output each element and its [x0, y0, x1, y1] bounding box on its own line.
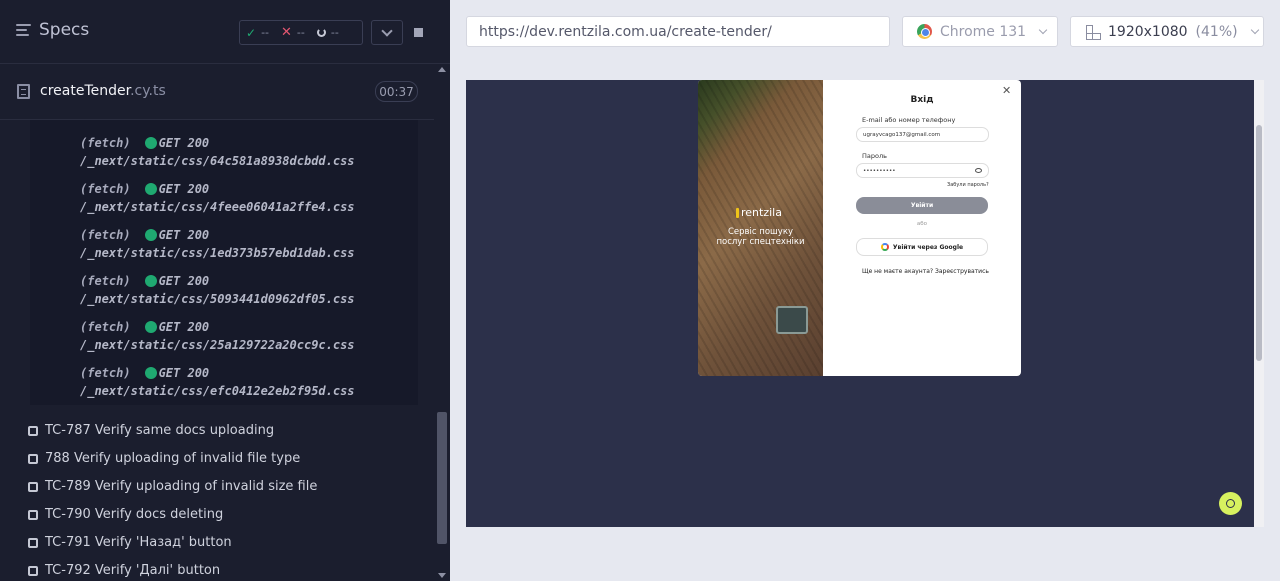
status-dot	[144, 229, 157, 241]
test-item[interactable]: TC-791 Verify 'Назад' button	[28, 535, 408, 550]
app-under-test: rentzila Сервіс пошуку послуг спецтехнік…	[466, 80, 1264, 527]
chevron-down-icon	[381, 24, 393, 37]
rentzila-logo: rentzila	[736, 206, 782, 219]
test-status-icon	[28, 425, 38, 436]
command-row[interactable]: (fetch) GET 200/_next/static/css/1ed373b5…	[80, 226, 355, 262]
stop-icon	[414, 28, 423, 37]
register-link[interactable]: Ще не маєте акаунта? Зареєструватись	[862, 268, 989, 275]
email-field[interactable]: ugrayvcago137@gmail.com	[856, 127, 989, 142]
google-icon	[880, 243, 889, 251]
viewport-selector[interactable]: 1920x1080 (41%)	[1070, 16, 1264, 47]
test-status-icon	[28, 453, 38, 464]
app-scrollbar[interactable]	[1254, 80, 1264, 527]
command-row[interactable]: (fetch) GET 200/_next/static/css/4feee060…	[80, 180, 355, 216]
status-dot	[144, 137, 157, 149]
email-label: E-mail або номер телефону	[862, 116, 956, 124]
test-status-icon	[28, 565, 38, 576]
chat-icon	[1226, 499, 1235, 508]
command-row[interactable]: (fetch) GET 200/_next/static/css/5093441d…	[80, 272, 355, 308]
pending-stat: --	[311, 26, 345, 39]
forgot-password-link[interactable]: Забули пароль?	[947, 182, 989, 188]
passed-stat: ✓ --	[246, 25, 270, 40]
scroll-up-icon[interactable]	[438, 67, 446, 72]
google-login-button[interactable]: Увійти через Google	[856, 238, 988, 256]
status-dot	[144, 275, 157, 287]
specs-toggle[interactable]: Specs	[16, 20, 89, 40]
spinner-icon	[316, 28, 326, 37]
command-row[interactable]: (fetch) GET 200/_next/static/css/64c581a8…	[80, 134, 355, 170]
runner-area: https://dev.rentzila.com.ua/create-tende…	[450, 0, 1280, 581]
reporter-scrollbar[interactable]	[434, 64, 450, 581]
test-status-icon	[28, 537, 38, 548]
stop-button[interactable]	[403, 20, 434, 45]
check-icon: ✓	[246, 25, 257, 40]
chevron-down-icon	[1038, 25, 1048, 35]
app-scroll-thumb[interactable]	[1256, 125, 1262, 361]
password-field[interactable]: ••••••••••	[856, 163, 989, 178]
modal-title: Вхід	[910, 95, 934, 105]
specs-header: Specs ✓ -- ✕ -- --	[0, 0, 450, 64]
x-icon: ✕	[281, 25, 292, 40]
failed-stat: ✕ --	[281, 25, 305, 40]
test-item[interactable]: 788 Verify uploading of invalid file typ…	[28, 451, 408, 466]
ruler-icon	[1085, 24, 1101, 40]
status-dot	[144, 183, 157, 195]
command-row[interactable]: (fetch) GET 200/_next/static/css/25a12972…	[80, 318, 355, 354]
url-bar[interactable]: https://dev.rentzila.com.ua/create-tende…	[466, 16, 890, 47]
scroll-down-icon[interactable]	[438, 573, 446, 578]
test-item[interactable]: TC-790 Verify docs deleting	[28, 507, 408, 522]
tagline: Сервіс пошуку	[727, 227, 794, 237]
password-label: Пароль	[862, 152, 887, 160]
test-status-icon	[28, 481, 38, 492]
command-log: (fetch) GET 200/_next/static/css/64c581a8…	[30, 120, 418, 405]
chat-button[interactable]	[1219, 492, 1242, 515]
chrome-icon	[917, 24, 932, 39]
test-item[interactable]: TC-787 Verify same docs uploading	[28, 423, 408, 438]
status-dot	[144, 321, 157, 333]
specs-title: Specs	[39, 20, 90, 40]
reporter-panel: Specs ✓ -- ✕ -- -- createTender.cy.ts 00:3…	[0, 0, 450, 581]
or-divider: або	[916, 221, 928, 227]
stats-bar: ✓ -- ✕ -- --	[239, 20, 363, 45]
menu-icon	[16, 24, 31, 36]
tagline: послуг спецтехніки	[716, 237, 805, 247]
tractor-image	[776, 306, 808, 334]
duration-badge: 00:37	[375, 81, 418, 102]
test-status-icon	[28, 509, 38, 520]
eye-icon[interactable]	[975, 168, 982, 173]
test-item[interactable]: TC-789 Verify uploading of invalid size …	[28, 479, 408, 494]
login-button[interactable]: Увійти	[856, 197, 988, 214]
scroll-thumb[interactable]	[437, 412, 447, 544]
spec-file-name: createTender.cy.ts	[40, 83, 166, 99]
login-modal: rentzila Сервіс пошуку послуг спецтехнік…	[698, 80, 1021, 376]
test-item[interactable]: TC-792 Verify 'Далі' button	[28, 563, 408, 578]
document-icon	[17, 84, 30, 99]
promo-image: rentzila Сервіс пошуку послуг спецтехнік…	[698, 80, 823, 376]
command-row[interactable]: (fetch) GET 200/_next/static/css/efc0412e…	[80, 364, 355, 400]
browser-selector[interactable]: Chrome 131	[902, 16, 1058, 47]
chevron-down-icon	[1250, 25, 1259, 35]
dropdown-button[interactable]	[371, 20, 403, 45]
status-dot	[144, 367, 157, 379]
